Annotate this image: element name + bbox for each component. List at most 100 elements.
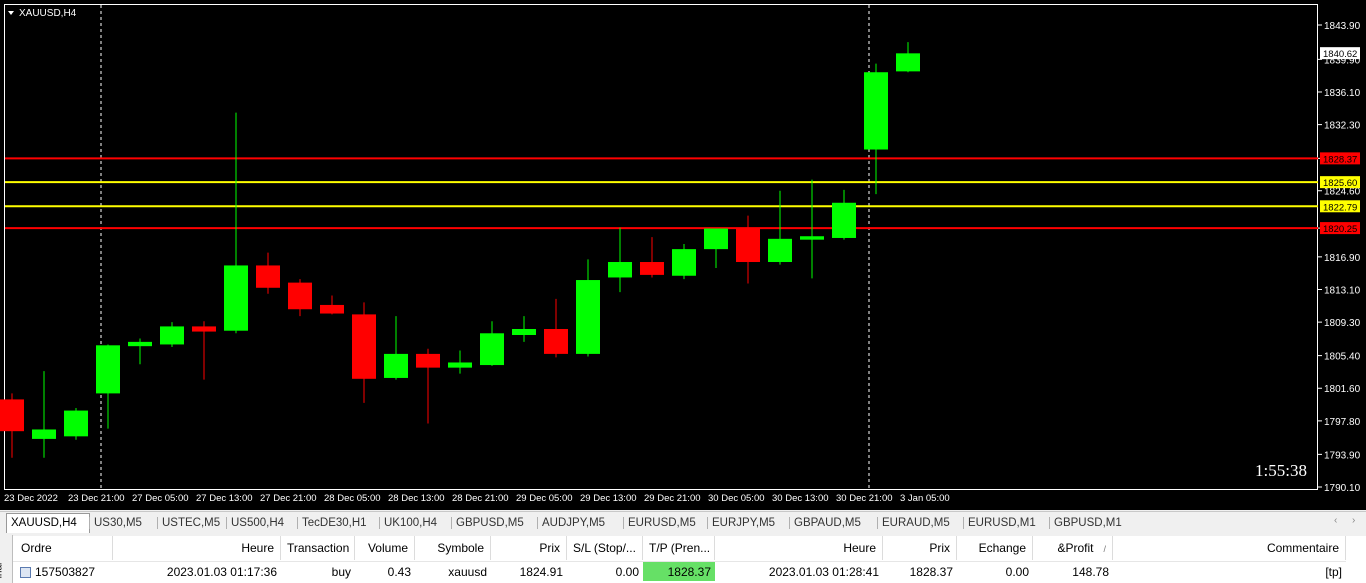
price-axis-label: 1843.90: [1324, 21, 1361, 32]
price-axis-label: 1797.80: [1324, 417, 1361, 428]
time-axis-label: 27 Dec 13:00: [196, 493, 253, 504]
candle-body: [576, 280, 600, 354]
chart-tab-eurusd-m5[interactable]: EURUSD,M5: [624, 514, 708, 532]
column-header-prix-close[interactable]: Prix: [883, 536, 957, 560]
column-header-ordre[interactable]: Ordre: [13, 536, 113, 560]
sort-indicator-icon: /: [1103, 544, 1106, 554]
candle-body: [192, 326, 216, 332]
cell-value: 1828.37: [909, 565, 953, 579]
price-axis-label: 1809.30: [1324, 318, 1361, 329]
candle-body: [320, 304, 344, 314]
candle-body: [544, 328, 568, 354]
candle-body: [384, 353, 408, 378]
candle-body: [256, 265, 280, 288]
chart-tab-eurjpy-m5[interactable]: EURJPY,M5: [708, 514, 790, 532]
order-icon: [20, 567, 31, 578]
price-axis-label: 1805.40: [1324, 352, 1361, 363]
cell-transaction[interactable]: buy: [281, 561, 355, 581]
candle-body: [96, 345, 120, 394]
column-header-symbole[interactable]: Symbole: [415, 536, 491, 560]
candle-body: [672, 249, 696, 276]
chevron-right-icon[interactable]: ›: [1352, 515, 1355, 526]
column-header-label: Echange: [978, 541, 1026, 555]
cell-tp[interactable]: 1828.37: [643, 561, 715, 581]
column-header-heure[interactable]: Heure: [113, 536, 281, 560]
price-axis-label: 1793.90: [1324, 450, 1361, 461]
cell-value: buy: [331, 565, 351, 579]
cell-heure[interactable]: 2023.01.03 01:17:36: [113, 561, 281, 581]
price-chart[interactable]: XAUUSD,H4 1843.90 1839.90 1836.10 1832.30 182…: [0, 0, 1366, 510]
chart-symbol-label: XAUUSD,H4: [19, 8, 77, 19]
chart-tab-gbpaud-m5[interactable]: GBPAUD,M5: [790, 514, 878, 532]
price-axis-label: 1790.10: [1324, 483, 1361, 494]
candle-body: [800, 236, 824, 240]
candle-body: [480, 333, 504, 366]
history-table: Ordre Heure Transaction Volume Symbole Prix S/…: [13, 536, 1366, 583]
chart-tab-xauusd-h4[interactable]: XAUUSD,H4: [6, 513, 90, 533]
chart-tab-us30-m5[interactable]: US30,M5: [90, 514, 158, 532]
time-axis-label: 30 Dec 13:00: [772, 493, 829, 504]
chart-tab-ustec-m5[interactable]: USTEC,M5: [158, 514, 227, 532]
time-axis-label: 27 Dec 05:00: [132, 493, 189, 504]
chevron-left-icon[interactable]: ‹: [1334, 515, 1337, 526]
terminal-side-label: inal: [0, 535, 13, 583]
chart-tabs-bar: XAUUSD,H4 US30,M5 USTEC,M5 US500,H4 TecDE30,…: [0, 511, 1366, 533]
cell-sl[interactable]: 0.00: [567, 561, 643, 581]
candle-body: [224, 265, 248, 331]
cell-volume[interactable]: 0.43: [355, 561, 415, 581]
column-header-label: Symbole: [437, 541, 484, 555]
cell-value: 2023.01.03 01:28:41: [768, 565, 879, 579]
chart-tab-gbpusd-m5[interactable]: GBPUSD,M5: [452, 514, 538, 532]
cell-value: 157503827: [35, 565, 96, 579]
chart-tab-audjpy-m5[interactable]: AUDJPY,M5: [538, 514, 624, 532]
time-axis-label: 23 Dec 2022: [4, 493, 58, 504]
cell-value: 0.43: [387, 565, 411, 579]
column-header-label: Prix: [929, 541, 950, 555]
cell-ordre[interactable]: 157503827: [13, 561, 113, 581]
level-tag-label: 1820.25: [1323, 224, 1357, 235]
chart-tab-gbpusd-m1[interactable]: GBPUSD,M1: [1050, 514, 1136, 532]
cell-prix-close[interactable]: 1828.37: [883, 561, 957, 581]
column-header-volume[interactable]: Volume: [355, 536, 415, 560]
candle-body: [736, 228, 760, 263]
cell-value: 0.00: [1005, 565, 1029, 579]
column-header-transaction[interactable]: Transaction: [281, 536, 355, 560]
chart-tab-tecde30-h1[interactable]: TecDE30,H1: [298, 514, 380, 532]
cell-symbole[interactable]: xauusd: [415, 561, 491, 581]
cell-echange[interactable]: 0.00: [957, 561, 1033, 581]
column-header-commentaire[interactable]: Commentaire: [1113, 536, 1346, 560]
candle-body: [416, 353, 440, 368]
column-header-profit[interactable]: &Profit /: [1033, 536, 1113, 560]
column-header-tp[interactable]: T/P (Pren...: [643, 536, 715, 560]
cell-commentaire[interactable]: [tp]: [1113, 561, 1346, 581]
cell-heure-close[interactable]: 2023.01.03 01:28:41: [715, 561, 883, 581]
column-header-sl[interactable]: S/L (Stop/...: [567, 536, 643, 560]
candle-body: [64, 410, 88, 437]
candle-body: [640, 262, 664, 275]
chart-canvas[interactable]: XAUUSD,H41843.901839.901836.101832.30182…: [0, 0, 1366, 510]
level-tag-label: 1828.37: [1323, 154, 1357, 165]
column-header-echange[interactable]: Echange: [957, 536, 1033, 560]
column-header-label: Heure: [241, 541, 274, 555]
column-header-prix[interactable]: Prix: [491, 536, 567, 560]
cell-prix[interactable]: 1824.91: [491, 561, 567, 581]
chart-tab-uk100-h4[interactable]: UK100,H4: [380, 514, 452, 532]
candle-body: [128, 341, 152, 347]
column-header-heure-close[interactable]: Heure: [715, 536, 883, 560]
time-axis-label: 29 Dec 05:00: [516, 493, 573, 504]
candle-body: [32, 429, 56, 439]
chart-tab-euraud-m5[interactable]: EURAUD,M5: [878, 514, 964, 532]
time-axis-label: 27 Dec 21:00: [260, 493, 317, 504]
candle-body: [896, 53, 920, 72]
cell-profit[interactable]: 148.78: [1033, 561, 1113, 581]
column-header-label: Volume: [367, 541, 408, 555]
candle-body: [512, 328, 536, 336]
chart-tab-us500-h4[interactable]: US500,H4: [227, 514, 298, 532]
level-tag-label: 1822.79: [1323, 202, 1357, 213]
cell-value: 0.00: [615, 565, 639, 579]
dropdown-triangle-icon: [8, 11, 14, 15]
level-tag-label: 1825.60: [1323, 178, 1357, 189]
column-header-label: Transaction: [287, 541, 350, 555]
cell-value: xauusd: [448, 565, 487, 579]
chart-tab-eurusd-m1[interactable]: EURUSD,M1: [964, 514, 1050, 532]
